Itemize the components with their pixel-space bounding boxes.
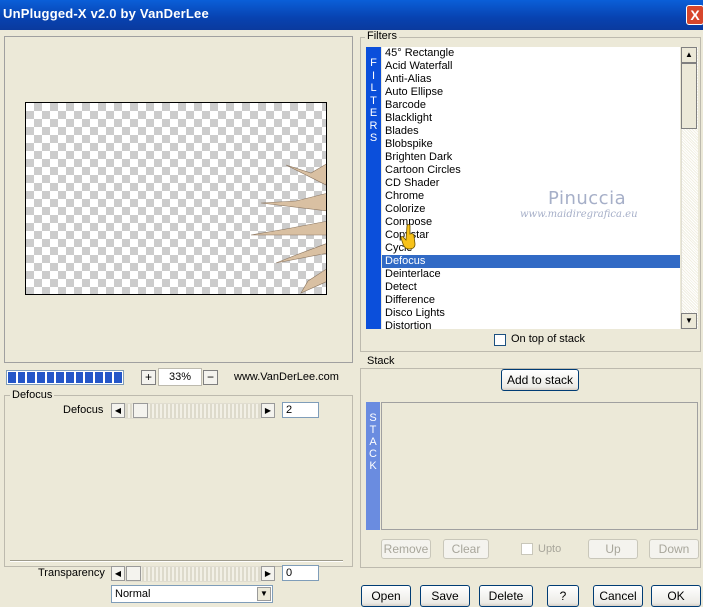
filter-list-item[interactable]: Brighten Dark xyxy=(382,151,680,164)
delete-button[interactable]: Delete xyxy=(479,585,533,607)
strip-letter: S xyxy=(369,132,378,144)
transparency-label: Transparency xyxy=(38,567,105,579)
progress-segment xyxy=(95,372,103,383)
watermark-name: Pinuccia xyxy=(548,188,627,209)
upto-label: Upto xyxy=(538,543,562,555)
ok-button[interactable]: OK xyxy=(651,585,701,607)
filters-group-label: Filters xyxy=(365,30,399,42)
transparency-slider-thumb[interactable] xyxy=(126,566,141,581)
up-button[interactable]: Up xyxy=(588,539,638,559)
transparency-increase-button[interactable]: ▶ xyxy=(261,566,275,581)
defocus-value-field[interactable]: 2 xyxy=(282,402,319,418)
blend-mode-value: Normal xyxy=(115,588,151,600)
scroll-down-button[interactable]: ▼ xyxy=(681,313,697,329)
help-button[interactable]: ? xyxy=(547,585,579,607)
defocus-decrease-button[interactable]: ◀ xyxy=(111,403,125,418)
strip-letter: S xyxy=(369,412,377,424)
filters-strip: FILTERS xyxy=(366,47,381,329)
hand-cursor-icon xyxy=(400,224,416,250)
blend-mode-select[interactable]: Normal ▼ xyxy=(111,585,273,603)
zoom-level: 33% xyxy=(158,368,202,386)
strip-letter: C xyxy=(369,448,377,460)
filter-list-item[interactable]: Distortion xyxy=(382,320,680,329)
strip-letter: A xyxy=(369,436,377,448)
filter-list-item[interactable]: Auto Ellipse xyxy=(382,86,680,99)
stack-strip: STACK xyxy=(366,402,380,530)
progress-segment xyxy=(104,372,113,383)
watermark-site: www.maidiregrafica.eu xyxy=(520,209,638,220)
filter-list-item[interactable]: Disco Lights xyxy=(382,307,680,320)
filter-list-item[interactable]: Difference xyxy=(382,294,680,307)
save-button[interactable]: Save xyxy=(420,585,470,607)
defocus-param-label: Defocus xyxy=(63,404,104,416)
strip-letter: E xyxy=(369,107,378,119)
filter-list-item[interactable]: Blades xyxy=(382,125,680,138)
filter-list-item[interactable]: Acid Waterfall xyxy=(382,60,680,73)
progress-segment xyxy=(75,372,84,383)
down-button[interactable]: Down xyxy=(649,539,699,559)
defocus-increase-button[interactable]: ▶ xyxy=(261,403,275,418)
chevron-down-icon[interactable]: ▼ xyxy=(257,587,271,601)
strip-letter: K xyxy=(369,460,377,472)
progress-bar xyxy=(6,370,124,385)
defocus-group-label: Defocus xyxy=(10,389,55,401)
progress-segment xyxy=(17,372,26,383)
progress-segment xyxy=(27,372,36,383)
open-button[interactable]: Open xyxy=(361,585,411,607)
progress-segment xyxy=(56,372,65,383)
filter-list-item[interactable]: Cartoon Circles xyxy=(382,164,680,177)
clear-button[interactable]: Clear xyxy=(443,539,489,559)
filter-list-item[interactable]: Barcode xyxy=(382,99,680,112)
stack-group-label: Stack xyxy=(365,355,397,367)
cancel-button[interactable]: Cancel xyxy=(593,585,643,607)
progress-segment xyxy=(85,372,94,383)
add-to-stack-button[interactable]: Add to stack xyxy=(501,369,579,391)
transparency-decrease-button[interactable]: ◀ xyxy=(111,566,125,581)
preview-canvas[interactable] xyxy=(25,102,327,295)
strip-letter: T xyxy=(370,94,377,107)
progress-segment xyxy=(8,372,16,383)
filter-list-item[interactable]: Chrome xyxy=(382,190,680,203)
preview-image xyxy=(250,163,326,294)
zoom-in-button[interactable]: + xyxy=(141,370,156,385)
filter-list-item[interactable]: CD Shader xyxy=(382,177,680,190)
progress-segment xyxy=(66,372,74,383)
filter-list-item[interactable]: Detect xyxy=(382,281,680,294)
filter-list-item[interactable]: Blobspike xyxy=(382,138,680,151)
filter-list-item[interactable]: Defocus xyxy=(382,255,680,268)
upto-checkbox[interactable] xyxy=(521,543,533,555)
strip-letter: L xyxy=(370,82,377,94)
divider xyxy=(10,560,343,562)
filter-list-item[interactable]: Anti-Alias xyxy=(382,73,680,86)
defocus-group xyxy=(4,395,353,567)
strip-letter: T xyxy=(369,424,377,436)
filters-list[interactable]: 45° Rectangle Acid Waterfall Anti-Alias Aut… xyxy=(382,47,680,329)
strip-letter: F xyxy=(370,57,377,69)
website-link[interactable]: www.VanDerLee.com xyxy=(234,371,339,383)
progress-segment xyxy=(37,372,45,383)
close-button[interactable]: X xyxy=(686,5,703,25)
progress-segment xyxy=(114,372,123,383)
filter-list-item[interactable]: Blacklight xyxy=(382,112,680,125)
zoom-out-button[interactable]: − xyxy=(203,370,218,385)
filter-list-item[interactable]: Deinterlace xyxy=(382,268,680,281)
filter-list-item[interactable]: 45° Rectangle xyxy=(382,47,680,60)
remove-button[interactable]: Remove xyxy=(381,539,431,559)
window-title: UnPlugged-X v2.0 by VanDerLee xyxy=(3,6,209,21)
transparency-slider[interactable] xyxy=(125,566,261,582)
transparency-value-field[interactable]: 0 xyxy=(282,565,319,581)
filter-list-item[interactable]: Cycle xyxy=(382,242,680,255)
filter-list-item[interactable]: Copystar xyxy=(382,229,680,242)
scroll-thumb[interactable] xyxy=(681,63,697,129)
stack-list[interactable] xyxy=(381,402,698,530)
progress-segment xyxy=(46,372,55,383)
scroll-up-button[interactable]: ▲ xyxy=(681,47,697,63)
defocus-slider-thumb[interactable] xyxy=(133,403,148,418)
on-top-checkbox[interactable] xyxy=(494,334,506,346)
strip-letter: I xyxy=(371,69,376,82)
on-top-label: On top of stack xyxy=(511,333,585,345)
strip-letter: R xyxy=(369,119,378,132)
